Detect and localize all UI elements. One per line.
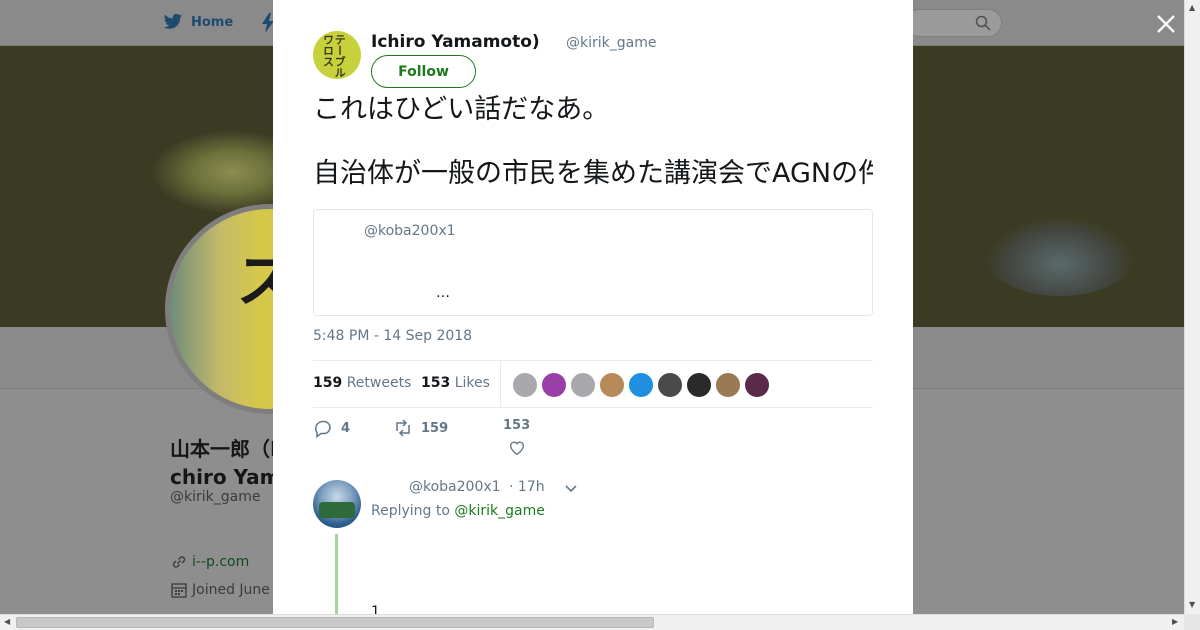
likes-stat-count: 153 [421, 375, 451, 391]
thread-connector-line [335, 534, 338, 614]
reply-time[interactable]: · 17h [509, 479, 545, 495]
retweets-stat-count: 159 [313, 375, 343, 391]
stats-divider [500, 361, 501, 407]
calendar-icon [171, 583, 187, 598]
profile-url-row: i--p.com [170, 553, 249, 571]
tweet-author-name[interactable]: Ichiro Yamamoto) [371, 32, 540, 52]
profile-joined-text: Joined June [192, 582, 270, 598]
profile-name-text: 山本一郎（Ichiro Yamamoto） [170, 437, 281, 489]
liker-avatar[interactable] [541, 372, 567, 398]
profile-url-link[interactable]: i--p.com [192, 554, 249, 570]
replying-to-prefix: Replying to [371, 503, 450, 519]
tweet-action-bar: 4 159 153 [313, 418, 873, 466]
tweet-text-line2: 自治体が一般の市民を集めた講演会でAGNの件、こういうことするのは本当に問題だと… [313, 158, 873, 189]
profile-name[interactable]: 山本一郎（Ichiro Yamamoto） [170, 435, 290, 491]
close-modal-button[interactable] [1155, 13, 1177, 35]
reply-tweet[interactable]: @koba200x1 · 17h Replying to @kirik_game… [313, 478, 873, 614]
profile-joined-row: Joined June [170, 581, 270, 599]
follow-button[interactable]: Follow [371, 55, 476, 88]
tweet-timestamp[interactable]: 5:48 PM - 14 Sep 2018 [313, 328, 472, 344]
liker-avatar[interactable] [512, 372, 538, 398]
scrollbar-corner [1184, 614, 1200, 630]
replying-to-link[interactable]: @kirik_game [454, 503, 544, 519]
reply-action[interactable]: 4 [313, 418, 350, 438]
reply-text: 1 [371, 604, 380, 614]
vertical-scrollbar[interactable]: ▲ ▼ [1184, 0, 1200, 614]
tweet-stats-row: 159 Retweets 153 Likes [313, 360, 873, 408]
scroll-right-arrow-icon[interactable]: ▶ [1172, 617, 1178, 626]
home-nav-label: Home [191, 14, 234, 30]
retweets-stat[interactable]: 159 Retweets [313, 375, 411, 391]
liker-avatar[interactable] [599, 372, 625, 398]
retweet-icon [396, 419, 410, 437]
scroll-down-arrow-icon[interactable]: ▼ [1189, 600, 1195, 609]
tweet-author-handle[interactable]: @kirik_game [566, 35, 656, 51]
horizontal-scroll-thumb[interactable] [16, 617, 654, 628]
liker-avatar[interactable] [686, 372, 712, 398]
reply-count: 4 [341, 420, 351, 436]
scroll-left-arrow-icon[interactable]: ◀ [4, 617, 10, 626]
retweet-count: 159 [421, 420, 449, 436]
tweet-author-avatar[interactable]: テーブルワロス [313, 31, 361, 79]
reply-avatar-detail [319, 502, 355, 518]
like-count: 153 [503, 418, 531, 433]
link-icon [172, 556, 186, 568]
likes-stat[interactable]: 153 Likes [421, 375, 490, 391]
reply-author-handle[interactable]: @koba200x1 [409, 479, 501, 495]
tweet-author-avatar-text: テーブルワロス [321, 34, 347, 78]
liker-avatar[interactable] [657, 372, 683, 398]
twitter-bird-icon [163, 13, 183, 29]
like-action[interactable]: 153 [503, 418, 530, 457]
heart-icon [509, 441, 524, 456]
search-icon[interactable] [975, 15, 991, 31]
liker-avatar[interactable] [715, 372, 741, 398]
scroll-up-arrow-icon[interactable]: ▲ [1189, 3, 1195, 12]
home-nav-link[interactable]: Home [163, 13, 233, 31]
quoted-tweet-card[interactable]: @koba200x1 … [313, 209, 873, 316]
tweet-text-line1: これはひどい話だなあ。 [313, 94, 610, 125]
horizontal-scrollbar[interactable]: ◀ ▶ [0, 614, 1184, 630]
reply-icon [315, 420, 331, 438]
banner-cat-eye [985, 216, 1135, 296]
profile-handle[interactable]: @kirik_game [170, 489, 260, 505]
liker-avatar[interactable] [570, 372, 596, 398]
quoted-tweet-ellipsis: … [436, 285, 450, 301]
reply-author-avatar[interactable] [313, 480, 361, 528]
liker-avatar[interactable] [628, 372, 654, 398]
retweet-action[interactable]: 159 [393, 418, 448, 438]
close-icon [1157, 15, 1175, 33]
search-box[interactable] [905, 9, 1002, 37]
retweets-stat-label: Retweets [346, 375, 412, 391]
replying-to-line: Replying to @kirik_game [371, 503, 545, 519]
likes-stat-label: Likes [454, 375, 490, 391]
liker-avatar[interactable] [744, 372, 770, 398]
likers-avatar-list [512, 372, 770, 398]
quoted-tweet-handle[interactable]: @koba200x1 [364, 223, 456, 239]
tweet-permalink-modal: テーブルワロス Ichiro Yamamoto) @kirik_game Fol… [273, 0, 913, 614]
chevron-down-icon[interactable] [564, 482, 578, 496]
